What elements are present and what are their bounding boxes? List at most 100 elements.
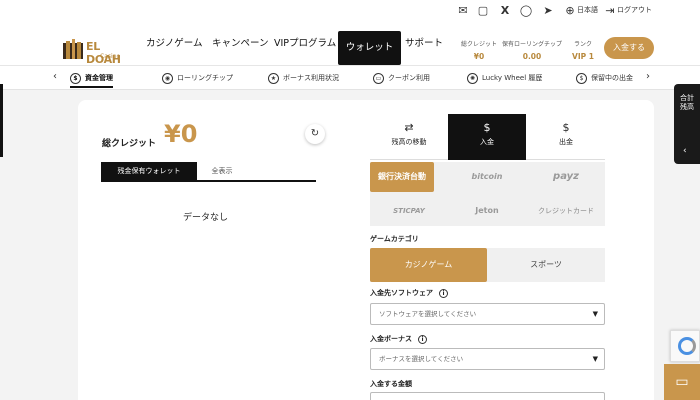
logo-emblem-icon <box>63 39 83 59</box>
total-balance-side-label: 合計残高 <box>680 94 694 111</box>
chevron-left-icon: ‹ <box>683 146 687 156</box>
nav-wallet[interactable]: ウォレット <box>338 31 401 65</box>
chip-icon: ◉ <box>162 72 173 84</box>
bonus-select-placeholder: ボーナスを選択してください <box>379 355 464 363</box>
tab-wallet-holding[interactable]: 残金保有ウォレット <box>101 162 197 180</box>
total-balance-side-tab[interactable]: 合計残高 ‹ <box>674 84 700 164</box>
x-icon[interactable]: X <box>498 4 512 18</box>
utility-bar: ✉ ▢ X ◯ ➤ ⊕ 日本語 ⇥ ログアウト <box>0 0 700 22</box>
star-icon: ★ <box>268 72 279 84</box>
nav-casino[interactable]: カジノゲーム <box>146 22 203 66</box>
subnav-item-label: Lucky Wheel 履歴 <box>482 74 543 82</box>
stat-rolling: 保有ローリングチップ 0.00 <box>500 39 564 61</box>
recaptcha-badge[interactable] <box>670 330 700 362</box>
dollar-icon: $ <box>70 72 81 84</box>
logout-link[interactable]: ログアウト <box>617 5 652 15</box>
withdraw-icon: $ <box>562 121 570 134</box>
stat-credit-label: 総クレジット <box>460 41 497 48</box>
game-category-toggle: カジノゲーム スポーツ <box>370 248 605 282</box>
stat-rolling-label: 保有ローリングチップ <box>501 41 562 48</box>
transfer-icon: ⇄ <box>404 121 414 134</box>
info-icon[interactable]: i <box>418 334 427 344</box>
nav-support[interactable]: サポート <box>405 22 443 66</box>
subnav-item-bonus[interactable]: ★ ボーナス利用状況 <box>268 70 339 88</box>
tab-deposit-label: 入金 <box>480 138 494 146</box>
bonus-select[interactable]: ボーナスを選択してください ▼ <box>370 348 605 370</box>
globe-icon[interactable]: ⊕ <box>563 4 577 18</box>
subnav-item-pending-withdraw[interactable]: $ 保留中の出金 <box>576 70 633 88</box>
wallet-tabs: 残金保有ウォレット 全表示 <box>101 162 316 182</box>
logout-icon[interactable]: ⇥ <box>603 4 617 18</box>
telegram-icon[interactable]: ➤ <box>541 4 555 18</box>
subnav-item-coupon[interactable]: ▭ クーポン利用 <box>373 70 430 88</box>
subnav-item-label: 保留中の出金 <box>591 74 633 82</box>
wallet-card: 総クレジット ¥0 ↻ 残金保有ウォレット 全表示 データなし ⇄ 残高の移動 … <box>78 100 654 400</box>
subnav-item-label: ローリングチップ <box>177 74 233 82</box>
tab-withdraw[interactable]: $ 出金 <box>527 114 605 160</box>
payment-method-grid: 銀行決済台動 bitcoin payz STICPAY Jeton クレジットカ… <box>370 162 605 226</box>
payment-credit-card[interactable]: クレジットカード <box>527 196 605 226</box>
caret-down-icon: ▼ <box>592 355 598 363</box>
mail-icon[interactable]: ✉ <box>456 4 470 18</box>
amount-input[interactable] <box>370 392 605 400</box>
logo-sub: Casino <box>100 53 121 60</box>
chat-button[interactable]: ▭ <box>664 364 700 400</box>
category-casino[interactable]: カジノゲーム <box>370 248 487 282</box>
header-deposit-button[interactable]: 入金する <box>604 37 654 59</box>
tab-transfer-label: 残高の移動 <box>391 138 427 146</box>
site-logo[interactable]: EL DOAH Casino <box>62 39 138 66</box>
category-sports[interactable]: スポーツ <box>487 248 605 282</box>
no-data-text: データなし <box>183 213 229 223</box>
nav-vip[interactable]: VIPプログラム <box>274 22 336 66</box>
deposit-icon: $ <box>483 121 491 134</box>
wallet-subnav: ‹ $ 資金管理 ◉ ローリングチップ ★ ボーナス利用状況 ▭ クーポン利用 ✺ Luc… <box>0 66 700 90</box>
caret-down-icon: ▼ <box>592 310 598 318</box>
total-credit-label: 総クレジット <box>102 139 157 149</box>
total-credit-value: ¥0 <box>164 120 198 148</box>
refresh-button[interactable]: ↻ <box>305 124 325 144</box>
software-select[interactable]: ソフトウェアを選択してください ▼ <box>370 303 605 325</box>
info-icon[interactable]: i <box>439 288 448 298</box>
left-edge-tab[interactable] <box>0 84 3 157</box>
stat-credit-value: ¥0 <box>473 52 485 61</box>
subnav-item-funds[interactable]: $ 資金管理 <box>70 70 113 88</box>
stat-rank: ランク VIP 1 <box>568 39 598 61</box>
tab-show-all[interactable]: 全表示 <box>197 162 247 180</box>
payment-jeton[interactable]: Jeton <box>448 196 526 226</box>
software-label: 入金先ソフトウェア <box>370 289 433 297</box>
coupon-icon: ▭ <box>373 72 384 84</box>
stat-rank-label: ランク <box>573 41 592 48</box>
software-label-row: 入金先ソフトウェア i <box>370 288 448 298</box>
dollar-icon: $ <box>576 72 587 84</box>
transaction-tabs: ⇄ 残高の移動 $ 入金 $ 出金 <box>370 114 605 160</box>
main-header: EL DOAH Casino カジノゲーム キャンペーン VIPプログラム ウォ… <box>0 22 700 66</box>
subnav-item-label: クーポン利用 <box>388 74 430 82</box>
subnav-next-icon[interactable]: › <box>646 71 650 82</box>
payment-payz[interactable]: payz <box>527 162 605 192</box>
nav-campaign[interactable]: キャンペーン <box>212 22 269 66</box>
subnav-item-rolling[interactable]: ◉ ローリングチップ <box>162 70 233 88</box>
chat-icon: ▭ <box>675 374 689 390</box>
amount-label: 入金する金額 <box>370 380 412 388</box>
tab-transfer[interactable]: ⇄ 残高の移動 <box>370 114 448 160</box>
line-icon[interactable]: ◯ <box>519 4 533 18</box>
game-category-label: ゲームカテゴリ <box>370 235 419 243</box>
tab-withdraw-label: 出金 <box>559 138 573 146</box>
bonus-label-row: 入金ボーナス i <box>370 334 427 344</box>
payment-bank[interactable]: 銀行決済台動 <box>370 162 434 192</box>
recaptcha-icon <box>678 337 696 355</box>
refresh-icon: ↻ <box>310 128 320 139</box>
bonus-label: 入金ボーナス <box>370 335 412 343</box>
stat-rolling-value: 0.00 <box>522 52 542 61</box>
subnav-item-lucky-wheel[interactable]: ✺ Lucky Wheel 履歴 <box>467 70 542 88</box>
payment-bitcoin[interactable]: bitcoin <box>448 162 526 192</box>
chat-bubble-icon[interactable]: ▢ <box>476 4 490 18</box>
software-select-placeholder: ソフトウェアを選択してください <box>379 310 477 318</box>
language-selector[interactable]: 日本語 <box>577 5 598 15</box>
subnav-item-label: ボーナス利用状況 <box>283 74 339 82</box>
payment-sticpay[interactable]: STICPAY <box>370 196 448 226</box>
subnav-prev-icon[interactable]: ‹ <box>53 71 57 82</box>
tab-deposit[interactable]: $ 入金 <box>448 114 526 160</box>
stat-rank-value: VIP 1 <box>572 52 594 61</box>
stat-credit: 総クレジット ¥0 <box>459 39 499 61</box>
